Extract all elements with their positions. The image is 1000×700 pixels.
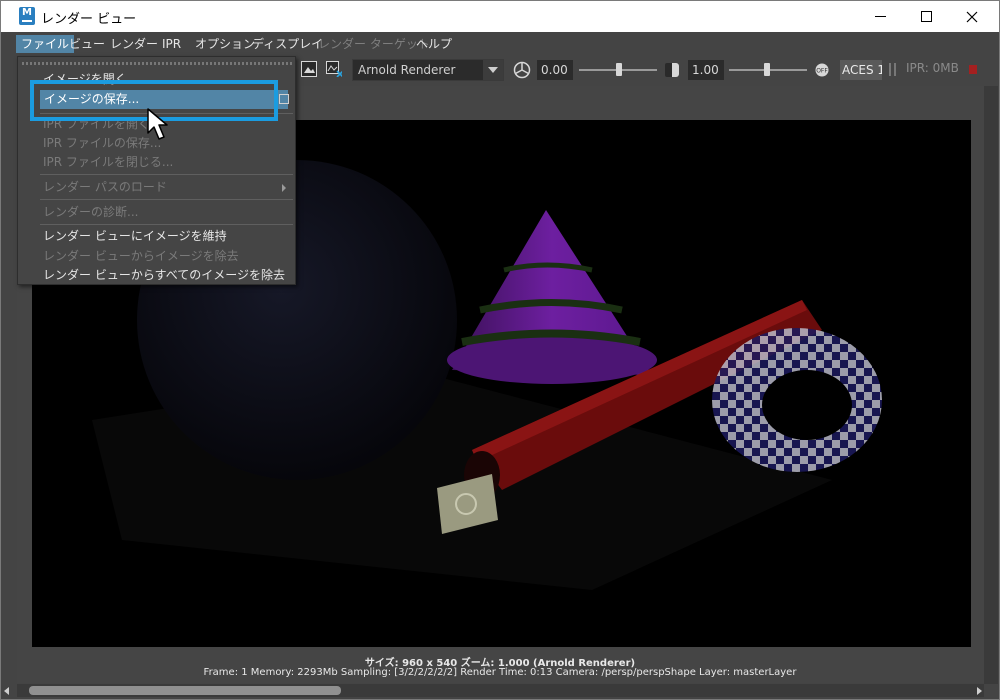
vertical-scrollbar[interactable] [984,86,998,684]
gamma-slider-handle[interactable] [764,63,770,76]
left-panel-strip [2,56,17,696]
exposure-icon [513,61,531,79]
menu-item-load-render-pass[interactable]: レンダー パスのロード [18,178,295,197]
menu-item-load-render-pass-label: レンダー パスのロード [43,180,167,194]
minimize-icon [874,16,886,17]
render-stats-line: Frame: 1 Memory: 2293Mb Sampling: [3/2/2… [203,667,797,678]
menu-item-close-ipr[interactable]: IPR ファイルを閉じる... [18,153,295,172]
tear-off-handle[interactable] [22,62,292,65]
menu-item-keep-image[interactable]: レンダー ビューにイメージを維持 [18,227,295,246]
horizontal-scrollbar[interactable] [17,684,984,697]
renderer-dropdown-value: Arnold Renderer [358,63,456,77]
colorspace-field[interactable]: ACES 1 [840,60,882,80]
maximize-icon [920,11,932,22]
close-button[interactable] [949,1,995,32]
pause-icon-left [889,63,891,76]
close-icon [966,11,978,22]
chevron-down-icon [483,60,503,80]
menu-item-remove-all-images[interactable]: レンダー ビューからすべてのイメージを除去 [18,266,295,285]
color-management-icon[interactable]: OFF [814,62,830,78]
remove-image-icon[interactable] [326,61,342,77]
menu-bar: ファイル ビュー レンダー IPR オプション ディスプレイ レンダー ターゲッ… [1,32,999,56]
menu-ipr[interactable]: IPR [157,35,186,53]
mouse-cursor-icon [147,108,168,140]
menu-help[interactable]: ヘルプ [411,35,457,53]
menu-separator [40,199,293,200]
menu-item-render-diagnostics[interactable]: レンダーの診断... [18,203,295,222]
scroll-left-arrow-icon[interactable] [4,687,9,695]
render-view-window: M レンダー ビュー ファイル ビュー レンダー IPR オプション ディスプレ… [0,0,1000,700]
maximize-button[interactable] [903,1,949,32]
horizontal-scroll-thumb[interactable] [29,686,341,695]
minimize-button[interactable] [857,1,903,32]
option-box-icon[interactable] [279,94,289,104]
gamma-icon [665,63,679,77]
ipr-memory-label: IPR: 0MB [906,61,959,75]
svg-text:OFF: OFF [816,68,828,75]
scroll-right-arrow-icon[interactable] [977,687,982,695]
title-bar: M レンダー ビュー [1,1,999,32]
menu-view[interactable]: ビュー [64,35,110,53]
window-title: レンダー ビュー [41,12,137,27]
menu-render[interactable]: レンダー [105,35,163,53]
gamma-field[interactable]: 1.00 [688,60,724,80]
snapshot-icon[interactable] [301,61,317,77]
exposure-slider-handle[interactable] [616,63,622,76]
maya-app-icon: M [19,7,35,25]
submenu-arrow-icon [282,184,286,192]
menu-item-remove-image[interactable]: レンダー ビューからイメージを除去 [18,247,295,266]
menu-separator [40,224,293,225]
stop-render-icon[interactable] [969,65,977,74]
exposure-field[interactable]: 0.00 [537,60,573,80]
pause-icon-right [894,63,896,76]
menu-separator [40,174,293,175]
renderer-dropdown[interactable]: Arnold Renderer [352,59,504,81]
